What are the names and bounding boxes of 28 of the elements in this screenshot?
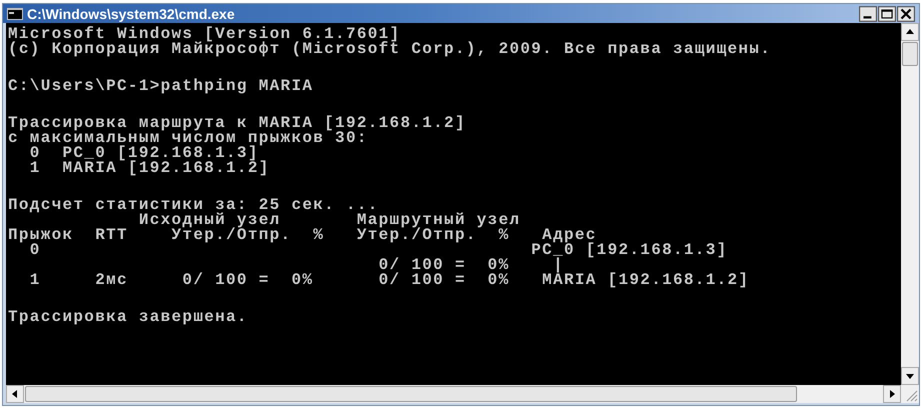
resize-grip-icon[interactable] [901, 385, 919, 403]
scroll-right-icon[interactable] [883, 385, 901, 403]
console-icon [7, 8, 23, 20]
console-line: Microsoft Windows [Version 6.1.7601] [8, 27, 402, 42]
console-line: 1 2мс 0/ 100 = 0% 0/ 100 = 0% MARIA [192.168.1.2] [28, 273, 750, 288]
scroll-left-icon[interactable] [6, 385, 24, 403]
console-line: с максимальным числом прыжков 30: [8, 131, 368, 146]
scroll-down-icon[interactable] [901, 367, 919, 385]
minimize-button[interactable] [859, 6, 877, 22]
console-line: 0/ 100 = 0% | [378, 258, 564, 273]
close-button[interactable] [897, 6, 915, 22]
scroll-up-icon[interactable] [901, 23, 919, 41]
console-line: Подсчет статистики за: 25 сек. ... [8, 198, 379, 213]
console-line: (c) Корпорация Майкрософт (Microsoft Corp.), 2009. Все права защищены. [8, 42, 772, 57]
console-line: 1 MARIA [192.168.1.2] [28, 161, 271, 176]
console-line: 0 PC_0 [192.168.1.3] [28, 146, 259, 161]
console-line: Исходный узел Маршрутный узел [138, 213, 522, 228]
console-line: 0 PC_0 [192.168.1.3] [30, 243, 729, 258]
console-line: Прыжок RTT Утер./Отпр. % Утер./Отпр. % Адрес [8, 228, 597, 243]
maximize-button[interactable] [878, 6, 896, 22]
console-line: Трассировка завершена. [8, 310, 249, 325]
console-line: C:\Users\PC-1>pathping MARIA [8, 79, 314, 94]
console-line: Трассировка маршрута к MARIA [192.168.1.2] [8, 116, 467, 131]
window-title: C:\Windows\system32\cmd.exe [27, 6, 235, 22]
scroll-thumb[interactable] [25, 386, 797, 402]
vertical-scrollbar[interactable] [901, 23, 919, 385]
horizontal-scrollbar[interactable] [6, 385, 901, 403]
scroll-thumb[interactable] [902, 42, 918, 66]
